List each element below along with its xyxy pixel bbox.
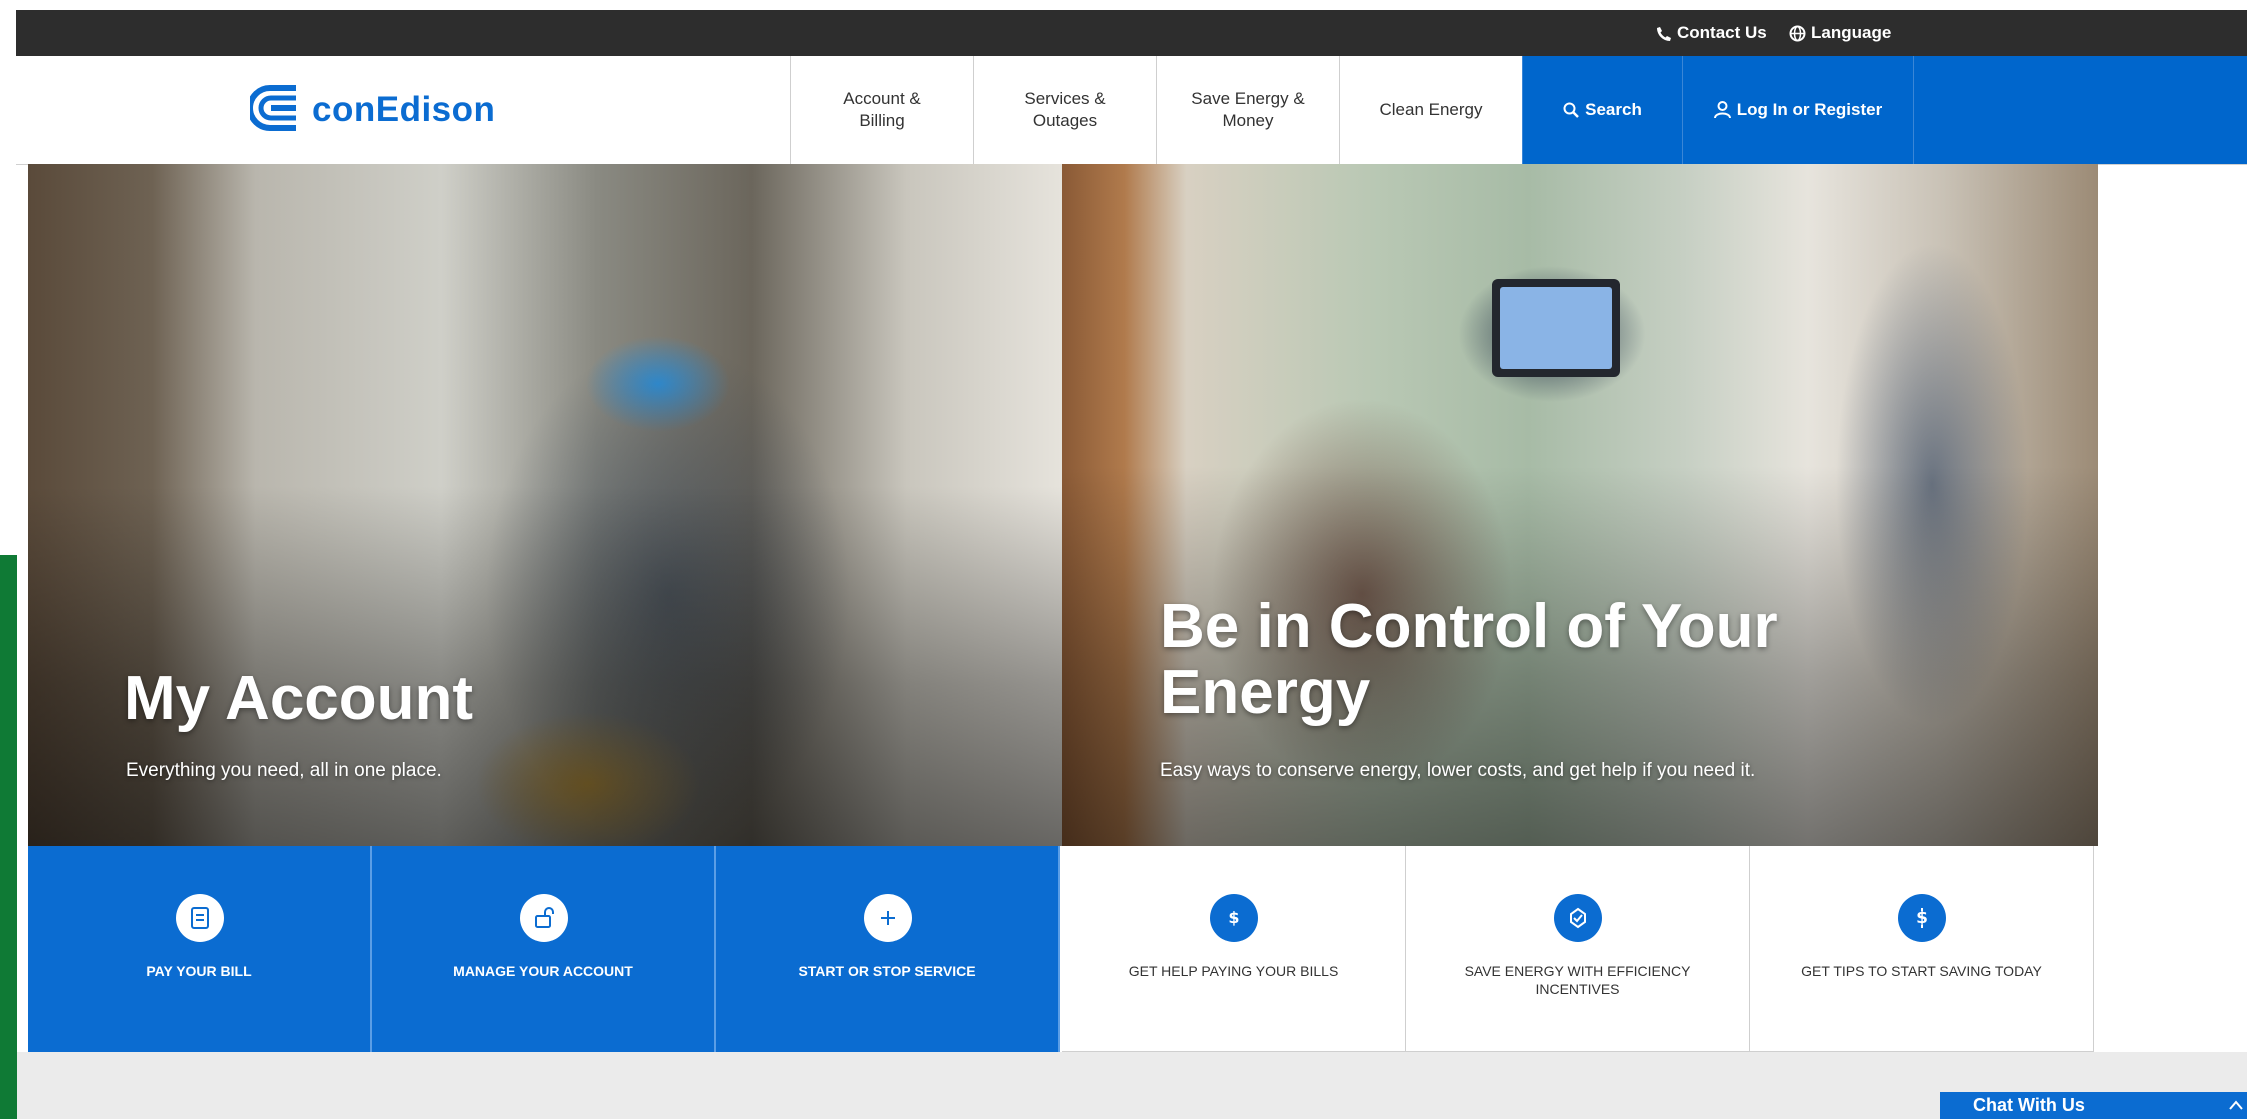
language-link[interactable]: Language	[1789, 10, 1891, 56]
search-button[interactable]: Search	[1522, 56, 1682, 164]
pay-your-bill-tile[interactable]: PAY YOUR BILL	[28, 846, 372, 1052]
nav-services-outages[interactable]: Services & Outages	[973, 56, 1156, 164]
chat-label: Chat With Us	[1973, 1095, 2085, 1115]
start-stop-service-tile[interactable]: START OR STOP SERVICE	[716, 846, 1060, 1052]
pay-your-bill-label: PAY YOUR BILL	[146, 963, 252, 979]
utility-bar: Contact Us Language	[16, 10, 2247, 56]
my-account-subtitle: Everything you need, all in one place.	[126, 760, 442, 781]
plus-icon	[864, 894, 912, 942]
search-icon	[1563, 102, 1580, 118]
logo-mark-icon	[250, 85, 296, 131]
energy-control-subtitle: Easy ways to conserve energy, lower cost…	[1160, 760, 1756, 781]
efficiency-incentives-tile[interactable]: SAVE ENERGY WITH EFFICIENCY INCENTIVES	[1406, 846, 1750, 1052]
thermostat-tablet-image	[1492, 279, 1620, 377]
efficiency-label-line2: INCENTIVES	[1535, 981, 1620, 997]
dollar-icon: $	[1210, 894, 1258, 942]
green-side-accent	[0, 555, 17, 1119]
nav-save-energy-money[interactable]: Save Energy & Money	[1156, 56, 1339, 164]
language-label: Language	[1811, 23, 1892, 42]
nav-services-outages-line2: Outages	[1032, 111, 1098, 130]
nav-account-billing[interactable]: Account & Billing	[790, 56, 973, 164]
efficiency-icon	[1554, 894, 1602, 942]
efficiency-incentives-label: SAVE ENERGY WITH EFFICIENCY INCENTIVES	[1416, 962, 1739, 998]
globe-icon	[1789, 25, 1806, 42]
chat-with-us-button[interactable]: Chat With Us	[1940, 1092, 2247, 1119]
contact-us-link[interactable]: Contact Us	[1656, 10, 1767, 56]
nav-services-outages-line1: Services &	[1024, 89, 1106, 108]
svg-text:$: $	[1228, 908, 1239, 927]
energy-control-title-line1: Be in Control of Your	[1160, 592, 1778, 661]
nav-clean-energy-label: Clean Energy	[1379, 100, 1483, 119]
nav-save-energy-line2: Money	[1222, 111, 1274, 130]
my-account-title: My Account	[124, 664, 474, 733]
saving-tips-tile[interactable]: $ GET TIPS TO START SAVING TODAY	[1750, 846, 2094, 1052]
bill-icon	[176, 894, 224, 942]
lock-icon	[520, 894, 568, 942]
footer-area	[16, 1052, 2247, 1119]
nav-clean-energy[interactable]: Clean Energy	[1339, 56, 1522, 164]
login-register-button[interactable]: Log In or Register	[1682, 56, 1913, 164]
login-register-label: Log In or Register	[1736, 100, 1883, 119]
header-blue-spacer	[1913, 56, 2247, 164]
energy-control-title-line2: Energy	[1160, 658, 1371, 727]
energy-control-title: Be in Control of Your Energy	[1160, 594, 1778, 726]
logo-text: conEdison	[312, 90, 496, 129]
help-paying-bills-label: GET HELP PAYING YOUR BILLS	[1128, 963, 1339, 979]
manage-your-account-label: MANAGE YOUR ACCOUNT	[453, 963, 633, 979]
my-account-hero[interactable]: My Account Everything you need, all in o…	[28, 164, 1062, 846]
start-stop-service-label: START OR STOP SERVICE	[798, 963, 976, 979]
help-paying-bills-tile[interactable]: $ GET HELP PAYING YOUR BILLS	[1062, 846, 1406, 1052]
nav-account-billing-line1: Account &	[843, 89, 921, 108]
nav-account-billing-line2: Billing	[859, 111, 905, 130]
nav-save-energy-line1: Save Energy &	[1191, 89, 1305, 108]
search-label: Search	[1585, 100, 1642, 119]
phone-icon	[1657, 26, 1671, 41]
main-header: conEdison Account & Billing Services & Out…	[16, 56, 2247, 165]
energy-control-hero[interactable]: Be in Control of Your Energy Easy ways t…	[1062, 164, 2098, 846]
contact-us-label: Contact Us	[1677, 23, 1767, 42]
efficiency-label-line1: SAVE ENERGY WITH EFFICIENCY	[1464, 963, 1691, 979]
chevron-up-icon	[2229, 1100, 2243, 1110]
dollar-circle-icon: $	[1898, 894, 1946, 942]
saving-tips-label: GET TIPS TO START SAVING TODAY	[1801, 963, 2042, 979]
user-icon	[1713, 101, 1731, 119]
manage-your-account-tile[interactable]: MANAGE YOUR ACCOUNT	[372, 846, 716, 1052]
